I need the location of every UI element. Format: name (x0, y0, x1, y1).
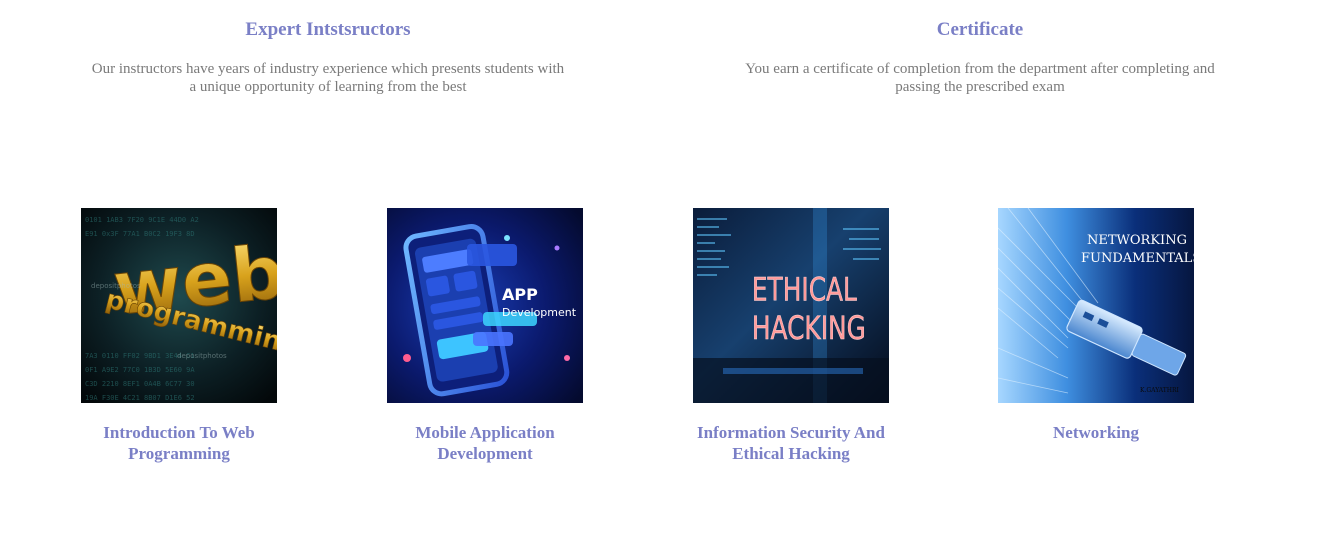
networking-image: NETWORKING FUNDAMENTALS K.GAYATHRI (998, 208, 1194, 403)
networking-word: NETWORKING (1087, 233, 1187, 248)
course-title[interactable]: Networking (998, 422, 1194, 443)
svg-text:C3D 2210 8EF1 0A4B 6C77 30: C3D 2210 8EF1 0A4B 6C77 30 (85, 380, 195, 388)
svg-text:0101 1AB3 7F20 9C1E 44D0 A2: 0101 1AB3 7F20 9C1E 44D0 A2 (85, 216, 199, 224)
app-word: APP (502, 285, 538, 304)
web-programming-image: 0101 1AB3 7F20 9C1E 44D0 A2 E91 0x3F 77A… (81, 208, 277, 403)
courses-grid: 0101 1AB3 7F20 9C1E 44D0 A2 E91 0x3F 77A… (0, 208, 1327, 488)
svg-text:depositphotos: depositphotos (177, 352, 227, 360)
course-title[interactable]: Introduction To Web Programming (81, 422, 277, 464)
ethical-hacking-image: ETHICAL HACKING (693, 208, 889, 403)
ethical-word: ETHICAL (752, 270, 857, 308)
feature-description: You earn a certificate of completion fro… (745, 61, 1215, 95)
svg-text:E91 0x3F 77A1 B0C2 19F3 8D: E91 0x3F 77A1 B0C2 19F3 8D (85, 230, 195, 238)
course-image-mobile-app[interactable]: APP Development (387, 208, 583, 403)
course-image-web-programming[interactable]: 0101 1AB3 7F20 9C1E 44D0 A2 E91 0x3F 77A… (81, 208, 277, 403)
course-image-ethical-hacking[interactable]: ETHICAL HACKING (693, 208, 889, 403)
feature-title: Certificate (936, 19, 1024, 40)
course-card-ethical-hacking[interactable]: ETHICAL HACKING Information Security And… (693, 208, 889, 464)
feature-certificate: Certificate You earn a certificate of co… (730, 18, 1230, 96)
feature-description: Our instructors have years of industry e… (91, 61, 565, 95)
mobile-app-image: APP Development (387, 208, 583, 403)
course-title[interactable]: Information Security And Ethical Hacking (693, 422, 889, 464)
course-title[interactable]: Mobile Application Development (387, 422, 583, 464)
course-card-web-programming[interactable]: 0101 1AB3 7F20 9C1E 44D0 A2 E91 0x3F 77A… (81, 208, 277, 464)
fundamentals-word: FUNDAMENTALS (1081, 251, 1194, 266)
image-credit: K.GAYATHRI (1140, 387, 1180, 394)
course-image-networking[interactable]: NETWORKING FUNDAMENTALS K.GAYATHRI (998, 208, 1194, 403)
course-card-networking[interactable]: NETWORKING FUNDAMENTALS K.GAYATHRI Netwo… (998, 208, 1194, 443)
course-card-mobile-app[interactable]: APP Development Mobile Application Devel… (387, 208, 583, 464)
hacking-word: HACKING (752, 308, 866, 346)
feature-title: Expert Intstsructors (245, 19, 411, 40)
svg-text:19A F30E 4C21 8B07 D1E6 52: 19A F30E 4C21 8B07 D1E6 52 (85, 394, 195, 402)
feature-expert-instructors: Expert Intstsructors Our instructors hav… (78, 18, 578, 96)
development-word: Development (502, 306, 577, 319)
svg-text:depositphotos: depositphotos (91, 282, 141, 290)
svg-text:0F1 A9E2 77C0 1B3D 5E60 9A: 0F1 A9E2 77C0 1B3D 5E60 9A (85, 366, 195, 374)
